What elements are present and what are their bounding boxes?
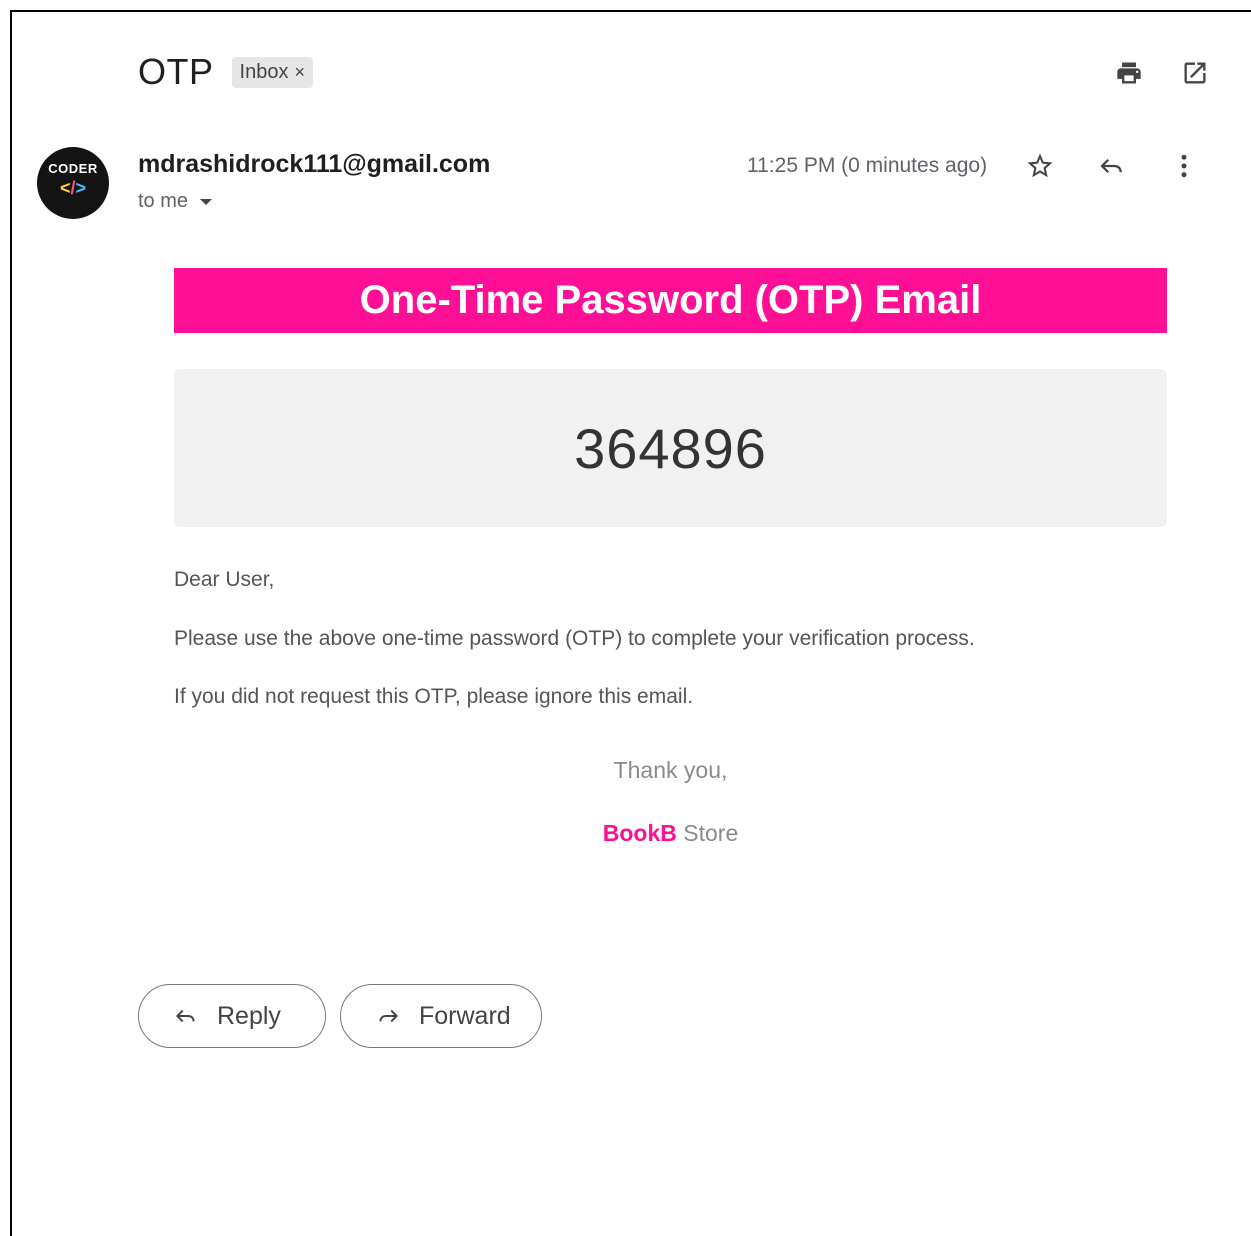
reply-icon[interactable] bbox=[1096, 150, 1128, 182]
avatar-code-glyph: </> bbox=[59, 178, 87, 198]
brand-suffix: Store bbox=[676, 820, 739, 846]
email-view: OTP Inbox × CODER </> mdrashidrock111@gm… bbox=[10, 10, 1251, 1236]
thread-actions bbox=[1113, 57, 1211, 89]
message-actions bbox=[1024, 150, 1200, 182]
reply-button[interactable]: Reply bbox=[138, 984, 326, 1048]
print-icon[interactable] bbox=[1113, 57, 1145, 89]
brand-name: BookB bbox=[602, 820, 677, 846]
thanks-text: Thank you, bbox=[613, 757, 728, 783]
email-subject: OTP bbox=[138, 51, 214, 92]
ignore-notice-text: If you did not request this OTP, please … bbox=[174, 685, 694, 708]
recipient-text: to me bbox=[138, 190, 189, 212]
email-timestamp: 11:25 PM (0 minutes ago) bbox=[747, 154, 988, 177]
remove-label-icon[interactable]: × bbox=[294, 62, 305, 83]
greeting-text: Dear User, bbox=[174, 568, 275, 591]
avatar-text: CODER bbox=[48, 161, 98, 176]
forward-button[interactable]: Forward bbox=[340, 984, 542, 1048]
forward-icon bbox=[379, 1009, 399, 1023]
subject-row: OTP Inbox × bbox=[138, 48, 1211, 96]
open-in-new-window-icon[interactable] bbox=[1179, 57, 1211, 89]
otp-banner-title: One-Time Password (OTP) Email bbox=[174, 268, 1167, 333]
signature: BookB Store bbox=[174, 820, 1167, 847]
sender-avatar[interactable]: CODER </> bbox=[37, 147, 109, 219]
otp-code-box: 364896 bbox=[174, 369, 1167, 527]
instruction-text: Please use the above one-time password (… bbox=[174, 627, 975, 650]
sender-address[interactable]: mdrashidrock111@gmail.com bbox=[138, 150, 490, 179]
reply-label: Reply bbox=[217, 1001, 281, 1030]
label-text: Inbox bbox=[239, 60, 289, 83]
otp-code: 364896 bbox=[574, 416, 767, 480]
more-vert-icon[interactable] bbox=[1168, 150, 1200, 182]
recipient-dropdown[interactable]: to me bbox=[138, 190, 213, 213]
reply-icon bbox=[175, 1009, 195, 1023]
inbox-label-chip[interactable]: Inbox × bbox=[231, 56, 313, 88]
dropdown-caret-icon bbox=[200, 198, 213, 205]
star-icon[interactable] bbox=[1024, 150, 1056, 182]
forward-label: Forward bbox=[419, 1001, 511, 1030]
